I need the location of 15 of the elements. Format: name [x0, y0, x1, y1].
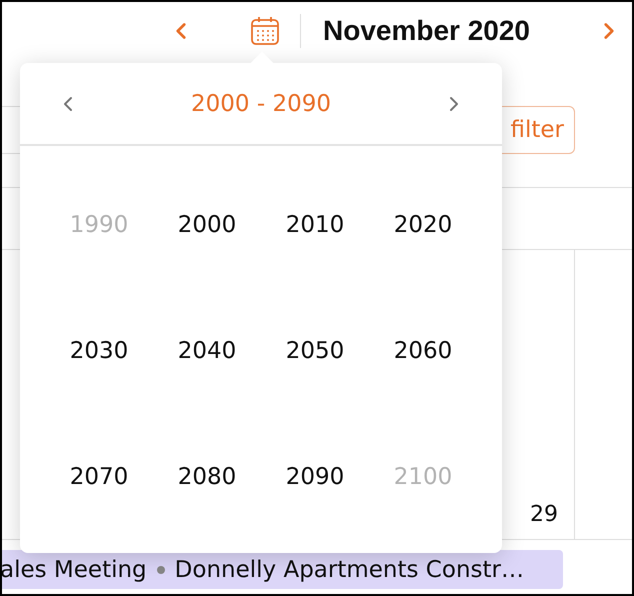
year-option[interactable]: 2010 — [286, 212, 344, 238]
month-title: November 2020 — [323, 15, 532, 47]
event-title: Donnelly Apartments Constr… — [174, 556, 524, 582]
day-number: 29 — [530, 502, 558, 527]
year-option[interactable]: 2090 — [286, 464, 344, 490]
year-option[interactable]: 2070 — [70, 464, 128, 490]
year-option[interactable]: 2050 — [286, 338, 344, 364]
year-option[interactable]: 2020 — [394, 212, 452, 238]
calendar-icon[interactable] — [250, 16, 280, 46]
separator-dot-icon — [156, 566, 165, 574]
year-option[interactable]: 2000 — [178, 212, 236, 238]
year-option[interactable]: 2030 — [70, 338, 128, 364]
year-option[interactable]: 2040 — [178, 338, 236, 364]
year-option[interactable]: 2060 — [394, 338, 452, 364]
year-option[interactable]: 2080 — [178, 464, 236, 490]
